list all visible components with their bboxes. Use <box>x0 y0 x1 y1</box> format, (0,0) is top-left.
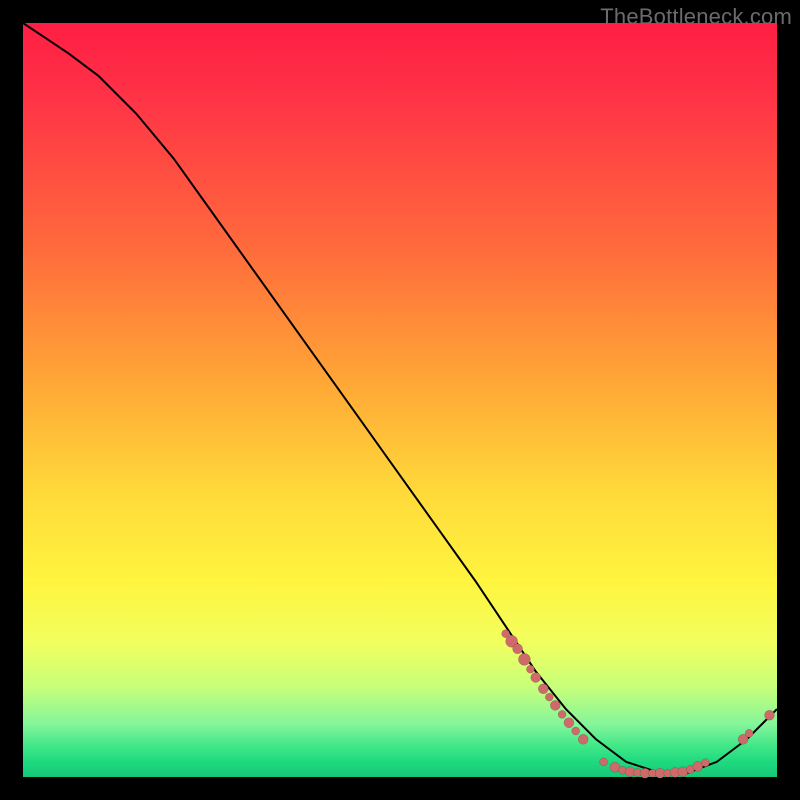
curve-marker <box>550 700 560 710</box>
curve-marker <box>513 644 523 654</box>
curve-marker <box>518 653 530 665</box>
curve-marker <box>526 665 534 673</box>
curve-marker <box>600 758 608 766</box>
curve-marker <box>531 673 541 683</box>
curve-marker <box>572 727 580 735</box>
curve-marker <box>558 710 566 718</box>
curve-marker <box>578 734 588 744</box>
curve-marker <box>765 710 775 720</box>
chart-container: TheBottleneck.com <box>0 0 800 800</box>
curve-markers <box>502 630 775 779</box>
curve-svg <box>23 23 777 777</box>
watermark-text: TheBottleneck.com <box>600 4 792 30</box>
curve-marker <box>564 718 574 728</box>
curve-marker <box>745 729 753 737</box>
curve-marker <box>538 684 548 694</box>
curve-marker <box>545 693 553 701</box>
curve-marker <box>701 759 709 767</box>
plot-area <box>23 23 777 777</box>
bottleneck-curve <box>23 23 777 773</box>
